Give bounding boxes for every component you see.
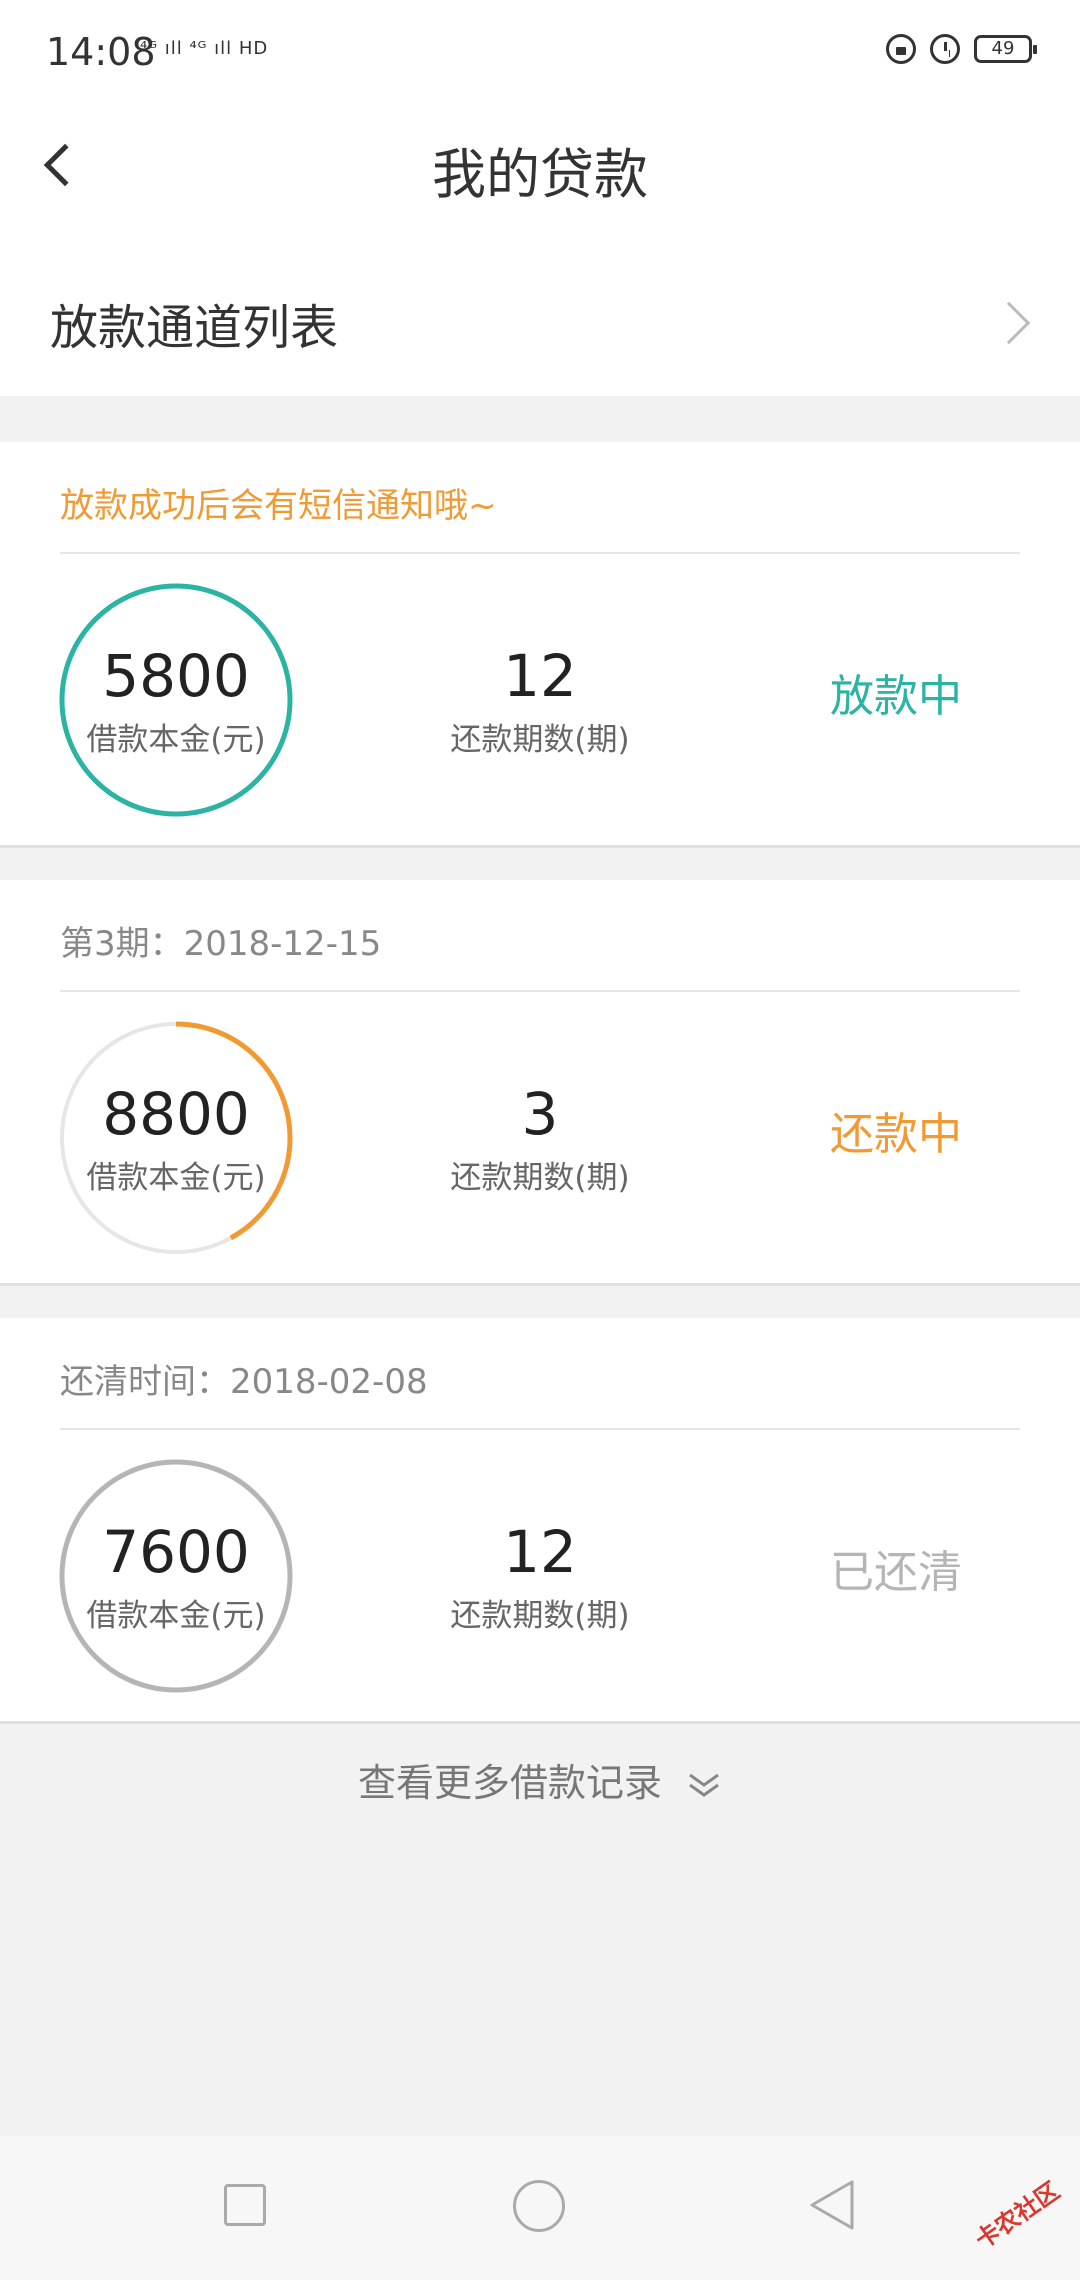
loan-periods-label: 还款期数(期) bbox=[450, 1598, 630, 1634]
loan-note: 还清时间：2018-02-08 bbox=[60, 1362, 428, 1402]
loan-amount: 5800 bbox=[102, 642, 250, 710]
loan-amount-label: 借款本金(元) bbox=[86, 1160, 266, 1196]
double-chevron-down-icon bbox=[689, 1773, 719, 1797]
lock-icon bbox=[886, 34, 916, 64]
loan-note: 放款成功后会有短信通知哦~ bbox=[60, 486, 497, 526]
recent-apps-button[interactable] bbox=[224, 2184, 266, 2226]
chevron-right-icon bbox=[987, 301, 1031, 345]
loan-amount-label: 借款本金(元) bbox=[86, 722, 266, 758]
loan-card[interactable]: 放款成功后会有短信通知哦~ 5800 借款本金(元) 12 还款期数(期) 放款… bbox=[0, 442, 1080, 848]
system-navigation-bar bbox=[0, 2136, 1080, 2280]
loan-status: 还款中 bbox=[830, 1109, 962, 1160]
loan-periods: 12 bbox=[503, 1518, 577, 1586]
loan-card[interactable]: 第3期：2018-12-15 8800 借款本金(元) 3 还款期数(期) 还款… bbox=[0, 880, 1080, 1286]
loan-periods-label: 还款期数(期) bbox=[450, 1160, 630, 1196]
loan-periods: 3 bbox=[521, 1080, 559, 1148]
divider bbox=[60, 1428, 1020, 1430]
loan-card[interactable]: 还清时间：2018-02-08 7600 借款本金(元) 12 还款期数(期) … bbox=[0, 1318, 1080, 1724]
view-more-link[interactable]: 查看更多借款记录 bbox=[0, 1752, 1080, 1807]
loan-periods: 12 bbox=[503, 642, 577, 710]
channel-list-label: 放款通道列表 bbox=[50, 300, 339, 356]
back-button[interactable] bbox=[808, 2178, 856, 2232]
loan-amount: 8800 bbox=[102, 1080, 250, 1148]
status-icons: 49 bbox=[886, 34, 1037, 64]
navigation-bar: 我的贷款 bbox=[0, 110, 1080, 230]
view-more-label: 查看更多借款记录 bbox=[357, 1761, 662, 1805]
status-bar: 14:08 ⁴ᴳ ıll ⁴ᴳ ıll HD 49 bbox=[0, 0, 1080, 110]
battery-icon: 49 bbox=[974, 35, 1037, 63]
channel-list-row[interactable]: 放款通道列表 bbox=[0, 230, 1080, 396]
loan-status: 放款中 bbox=[830, 671, 962, 722]
divider bbox=[60, 990, 1020, 992]
loan-amount: 7600 bbox=[102, 1518, 250, 1586]
signal-icon: ⁴ᴳ ıll ⁴ᴳ ıll HD bbox=[140, 38, 269, 59]
home-button[interactable] bbox=[513, 2180, 565, 2232]
loan-amount-label: 借款本金(元) bbox=[86, 1598, 266, 1634]
loan-note: 第3期：2018-12-15 bbox=[60, 924, 382, 964]
loan-status: 已还清 bbox=[830, 1547, 962, 1598]
page-title: 我的贷款 bbox=[432, 143, 648, 206]
loan-periods-label: 还款期数(期) bbox=[450, 722, 630, 758]
alarm-icon bbox=[930, 34, 960, 64]
divider bbox=[60, 552, 1020, 554]
